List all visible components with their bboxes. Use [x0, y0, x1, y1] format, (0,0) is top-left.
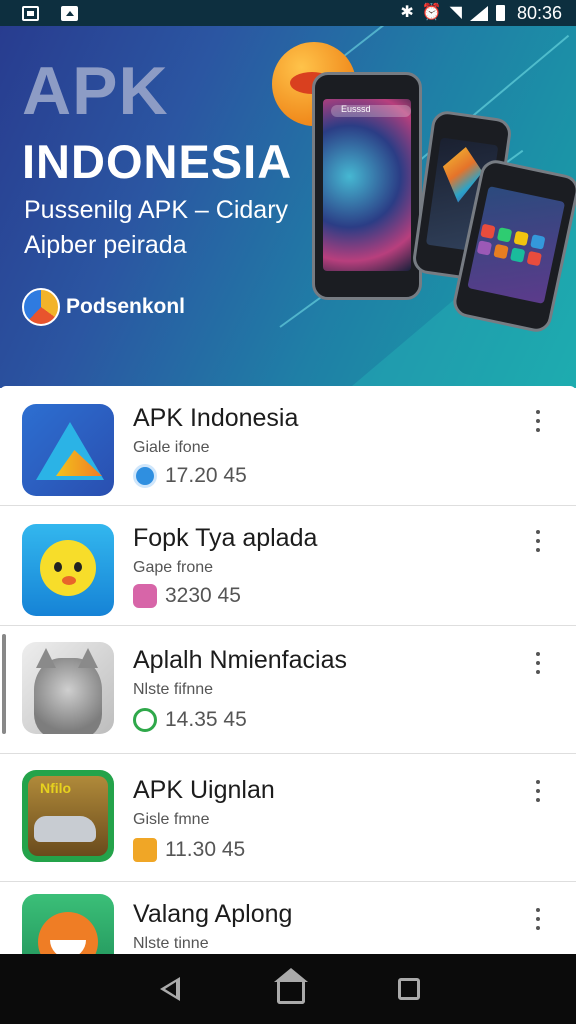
orange-creature-icon[interactable]	[22, 894, 114, 954]
list-item[interactable]: APK Indonesia Giale ifone 17.20 45	[0, 386, 576, 506]
app-subtitle: Nlste fifnne	[133, 681, 214, 698]
banner-subtitle-2: Aipber peirada	[24, 231, 187, 259]
back-icon[interactable]	[156, 975, 184, 1003]
phone-illustration-main: Eusssd	[312, 72, 422, 300]
status-bar: ✱ ⏰ ◥ 80:36	[0, 0, 576, 26]
system-nav-bar	[0, 954, 576, 1024]
more-options-icon[interactable]	[530, 408, 546, 434]
document-icon	[133, 838, 157, 862]
app-title: Fopk Tya aplada	[133, 524, 318, 552]
banner-title-apk: APK	[22, 53, 169, 129]
list-item[interactable]: Aplalh Nmienfacias Nlste fifnne 14.35 45	[0, 626, 576, 754]
banner-title-indonesia: INDONESIA	[22, 135, 293, 188]
app-meta: 14.35 45	[133, 708, 247, 732]
app-subtitle: Nlste tinne	[133, 935, 209, 952]
more-options-icon[interactable]	[530, 778, 546, 804]
app-title: Valang Aplong	[133, 900, 293, 928]
refresh-icon	[133, 708, 157, 732]
app-meta: 17.20 45	[133, 464, 247, 488]
app-subtitle: Gisle fmne	[133, 811, 210, 828]
bluetooth-icon: ✱	[400, 4, 414, 21]
apk-triangle-icon[interactable]	[22, 404, 114, 496]
app-title: APK Uignlan	[133, 776, 275, 804]
banner-subtitle-1: Pussenilg APK – Cidary	[24, 196, 289, 224]
brand-logo-icon	[22, 288, 60, 326]
phone-screen-label: Eusssd	[341, 104, 371, 114]
app-title: APK Indonesia	[133, 404, 299, 432]
screenshot-icon	[22, 5, 39, 21]
app-subtitle: Giale ifone	[133, 439, 210, 456]
crown-icon	[133, 584, 157, 608]
app-meta: 11.30 45	[133, 838, 245, 862]
app-meta-value: 11.30 45	[165, 838, 246, 861]
upload-icon	[61, 5, 78, 21]
yellow-bird-icon[interactable]	[22, 524, 114, 616]
scroll-indicator[interactable]	[2, 634, 6, 734]
more-options-icon[interactable]	[530, 650, 546, 676]
status-time: 80:36	[516, 2, 562, 23]
app-meta: 3230 45	[133, 584, 241, 608]
signal-icon	[469, 5, 488, 21]
more-options-icon[interactable]	[530, 528, 546, 554]
banner-brand: Podsenkonl	[22, 288, 185, 326]
app-meta-value: 14.35 45	[165, 708, 247, 731]
app-meta-value: 3230 45	[165, 584, 241, 607]
list-item[interactable]: Valang Aplong Nlste tinne	[0, 882, 576, 954]
list-item[interactable]: Fopk Tya aplada Gape frone 3230 45	[0, 506, 576, 626]
home-icon[interactable]	[273, 968, 308, 1004]
cat-icon[interactable]	[22, 642, 114, 734]
recent-apps-icon[interactable]	[397, 978, 420, 1000]
list-item[interactable]: Nfilo APK Uignlan Gisle fmne 11.30 45	[0, 754, 576, 882]
app-meta-value: 17.20 45	[165, 464, 247, 487]
battery-icon	[495, 5, 505, 21]
app-subtitle: Gape frone	[133, 559, 214, 576]
brand-name: Podsenkonl	[66, 295, 186, 318]
promo-banner[interactable]: APK INDONESIA Pussenilg APK – Cidary Aip…	[0, 26, 576, 388]
app-title: Aplalh Nmienfacias	[133, 646, 347, 674]
sync-icon	[133, 464, 157, 488]
app-list[interactable]: APK Indonesia Giale ifone 17.20 45 Fopk …	[0, 386, 576, 954]
wifi-icon: ◥	[449, 4, 462, 21]
alarm-icon: ⏰	[421, 4, 442, 21]
car-game-icon[interactable]: Nfilo	[22, 770, 114, 862]
more-options-icon[interactable]	[530, 906, 546, 932]
